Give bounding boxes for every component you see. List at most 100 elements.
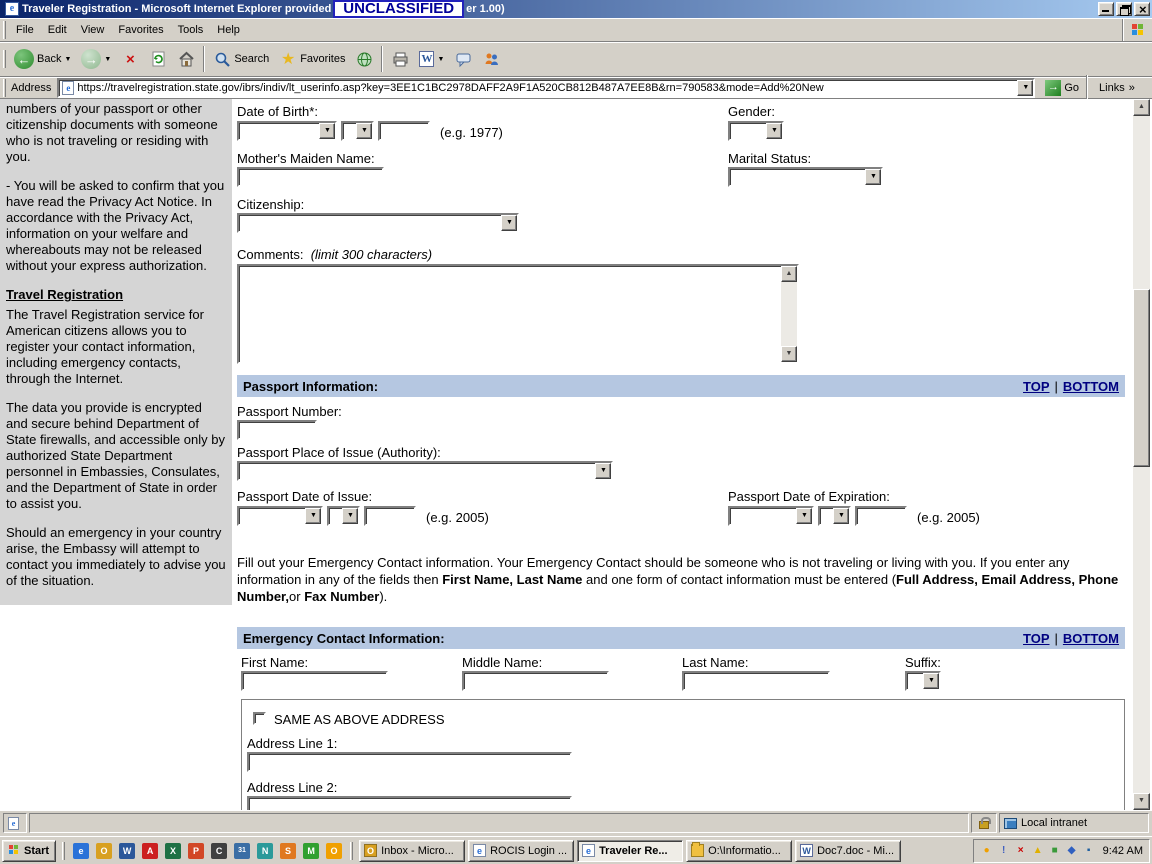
- quicklaunch-notes-icon[interactable]: N: [257, 843, 273, 859]
- quicklaunch-outlook-icon[interactable]: O: [96, 843, 112, 859]
- passport-issue-year-input[interactable]: [364, 506, 416, 526]
- address-line2-input[interactable]: [247, 796, 572, 810]
- chevron-down-icon[interactable]: [595, 463, 611, 479]
- quicklaunch-app-icon[interactable]: S: [280, 843, 296, 859]
- menu-edit[interactable]: Edit: [41, 22, 74, 38]
- close-button[interactable]: [1134, 2, 1150, 16]
- quicklaunch-powerpoint-icon[interactable]: P: [188, 843, 204, 859]
- print-button[interactable]: [386, 44, 414, 74]
- quicklaunch-acrobat-icon[interactable]: A: [142, 843, 158, 859]
- links-toolbar[interactable]: Links »: [1099, 82, 1135, 94]
- quicklaunch-media-icon[interactable]: M: [303, 843, 319, 859]
- forward-dropdown-icon[interactable]: ▼: [104, 56, 111, 63]
- task-traveler-registration[interactable]: e Traveler Re...: [577, 840, 683, 862]
- minimize-button[interactable]: [1098, 2, 1114, 16]
- forward-button[interactable]: → ▼: [76, 44, 116, 74]
- task-rocis-login[interactable]: e ROCIS Login ...: [468, 840, 574, 862]
- tray-icon[interactable]: ▪: [1082, 844, 1096, 858]
- menu-view[interactable]: View: [74, 22, 112, 38]
- citizenship-select[interactable]: [237, 213, 519, 233]
- quicklaunch-excel-icon[interactable]: X: [165, 843, 181, 859]
- passport-issue-day-select[interactable]: [327, 506, 360, 526]
- quicklaunch-grip[interactable]: [62, 842, 65, 860]
- home-button[interactable]: [172, 44, 200, 74]
- same-as-above-checkbox[interactable]: [253, 712, 266, 725]
- chevron-down-icon[interactable]: [342, 508, 358, 524]
- task-folder-window[interactable]: O:\Informatio...: [686, 840, 792, 862]
- toolbar-grip[interactable]: [3, 50, 6, 68]
- start-button[interactable]: Start: [2, 840, 56, 862]
- comments-textarea[interactable]: ▲ ▼: [237, 264, 799, 364]
- quicklaunch-console-icon[interactable]: C: [211, 843, 227, 859]
- chevron-down-icon[interactable]: [356, 123, 372, 139]
- passport-expiration-year-input[interactable]: [855, 506, 907, 526]
- quicklaunch-ie-icon[interactable]: e: [73, 843, 89, 859]
- restore-button[interactable]: [1116, 2, 1132, 16]
- emergency-top-link[interactable]: TOP: [1023, 631, 1050, 646]
- url-text[interactable]: https://travelregistration.state.gov/ibr…: [77, 82, 823, 94]
- chevron-down-icon[interactable]: [501, 215, 517, 231]
- passport-issue-month-select[interactable]: [237, 506, 323, 526]
- links-chevron-icon[interactable]: »: [1129, 82, 1135, 94]
- task-inbox[interactable]: O Inbox - Micro...: [359, 840, 465, 862]
- chevron-down-icon[interactable]: [319, 123, 335, 139]
- address-line1-input[interactable]: [247, 752, 572, 772]
- scrollbar-thumb[interactable]: [1133, 289, 1150, 467]
- gender-select[interactable]: [728, 121, 784, 141]
- menu-help[interactable]: Help: [210, 22, 247, 38]
- chevron-down-icon[interactable]: [923, 673, 939, 689]
- search-button[interactable]: Search: [208, 44, 274, 74]
- passport-bottom-link[interactable]: BOTTOM: [1063, 379, 1119, 394]
- dob-month-select[interactable]: [237, 121, 337, 141]
- page-scrollbar[interactable]: ▲ ▼: [1133, 99, 1150, 810]
- favorites-button[interactable]: ★ Favorites: [274, 44, 350, 74]
- chevron-down-icon[interactable]: [865, 169, 881, 185]
- scroll-down-icon[interactable]: ▼: [1133, 793, 1150, 810]
- suffix-select[interactable]: [905, 671, 941, 691]
- passport-expiration-month-select[interactable]: [728, 506, 814, 526]
- chevron-down-icon[interactable]: [796, 508, 812, 524]
- chevron-down-icon[interactable]: [305, 508, 321, 524]
- quicklaunch-word-icon[interactable]: W: [119, 843, 135, 859]
- mothers-maiden-name-input[interactable]: [237, 167, 384, 187]
- menu-file[interactable]: File: [9, 22, 41, 38]
- first-name-input[interactable]: [241, 671, 388, 691]
- tray-icon[interactable]: ◆: [1065, 844, 1079, 858]
- edit-dropdown-icon[interactable]: ▼: [437, 56, 444, 63]
- quicklaunch-app-icon[interactable]: O: [326, 843, 342, 859]
- tray-icon[interactable]: !: [997, 844, 1011, 858]
- textarea-scrollbar[interactable]: ▲ ▼: [781, 266, 797, 362]
- menu-favorites[interactable]: Favorites: [111, 22, 170, 38]
- passport-expiration-day-select[interactable]: [818, 506, 851, 526]
- passport-place-select[interactable]: [237, 461, 613, 481]
- address-input[interactable]: e https://travelregistration.state.gov/i…: [57, 78, 1035, 98]
- tray-icon[interactable]: ▲: [1031, 844, 1045, 858]
- stop-button[interactable]: ×: [116, 44, 144, 74]
- back-dropdown-icon[interactable]: ▼: [64, 56, 71, 63]
- passport-number-input[interactable]: [237, 420, 317, 440]
- scroll-down-icon[interactable]: ▼: [781, 346, 797, 362]
- back-button[interactable]: ← Back ▼: [9, 44, 76, 74]
- refresh-button[interactable]: [144, 44, 172, 74]
- tray-icon[interactable]: ■: [1048, 844, 1062, 858]
- menu-grip[interactable]: [3, 21, 6, 39]
- scroll-up-icon[interactable]: ▲: [781, 266, 797, 282]
- scroll-up-icon[interactable]: ▲: [1133, 99, 1150, 116]
- tray-icon[interactable]: ●: [980, 844, 994, 858]
- passport-top-link[interactable]: TOP: [1023, 379, 1050, 394]
- middle-name-input[interactable]: [462, 671, 609, 691]
- chevron-down-icon[interactable]: [833, 508, 849, 524]
- address-dropdown-icon[interactable]: [1017, 80, 1033, 96]
- messenger-button[interactable]: [477, 44, 505, 74]
- go-button[interactable]: → Go: [1041, 79, 1083, 97]
- tray-icon[interactable]: ×: [1014, 844, 1028, 858]
- task-word-document[interactable]: W Doc7.doc - Mi...: [795, 840, 901, 862]
- discuss-button[interactable]: [449, 44, 477, 74]
- address-grip[interactable]: [3, 79, 6, 97]
- chevron-down-icon[interactable]: [766, 123, 782, 139]
- tasks-grip[interactable]: [350, 842, 353, 860]
- emergency-bottom-link[interactable]: BOTTOM: [1063, 631, 1119, 646]
- last-name-input[interactable]: [682, 671, 830, 691]
- edit-with-word-button[interactable]: W ▼: [414, 44, 449, 74]
- dob-day-select[interactable]: [341, 121, 374, 141]
